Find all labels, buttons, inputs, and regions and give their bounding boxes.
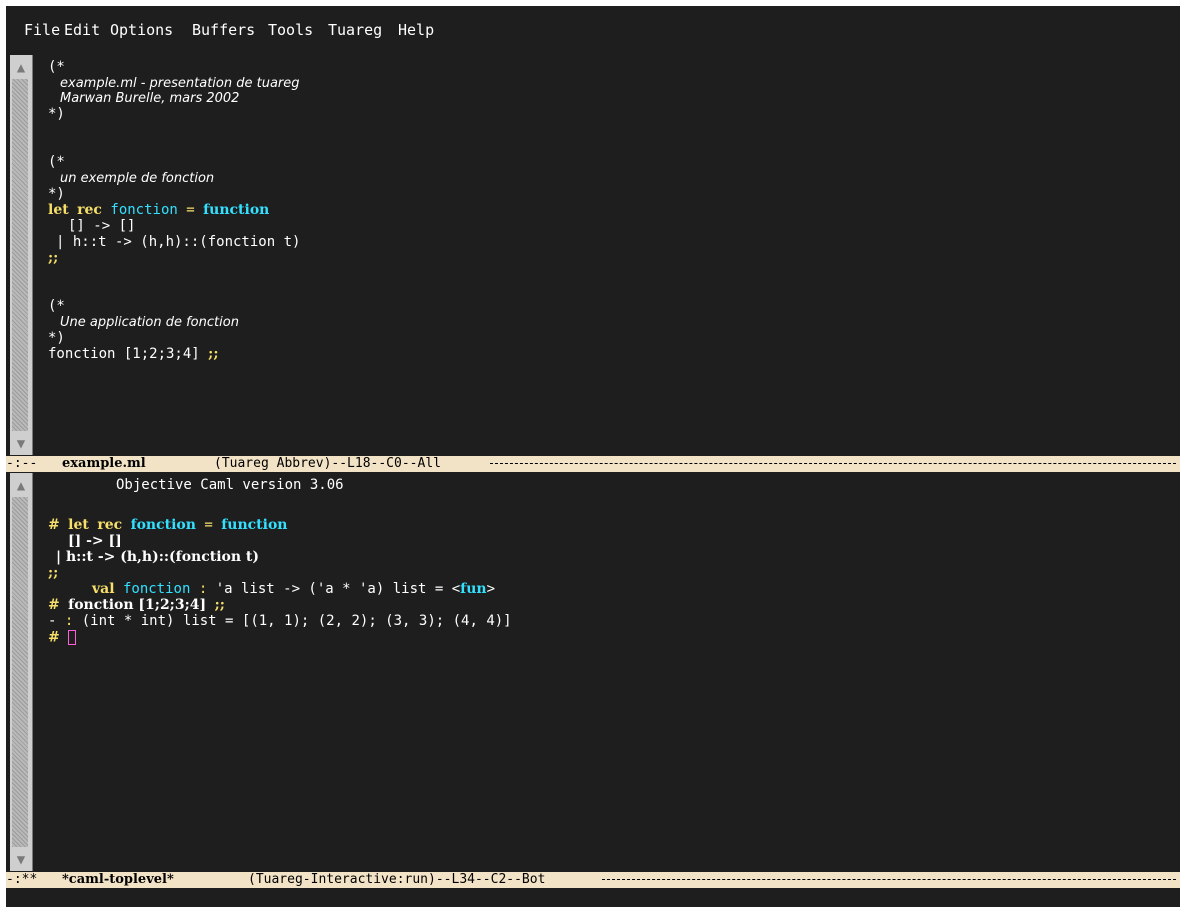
equals-sign: = — [204, 517, 213, 533]
type-signature: 'a list -> ('a * 'a) list = — [215, 581, 444, 597]
scroll-down-arrow-icon[interactable]: ▼ — [10, 433, 32, 455]
comment-close: *) — [48, 186, 65, 202]
mode-line-bottom[interactable]: -:** *caml-toplevel* (Tuareg-Interactive… — [6, 872, 1180, 888]
menu-file[interactable]: File — [24, 6, 60, 54]
toplevel-input-line: # let rec fonction = function — [48, 518, 287, 533]
terminator: ;; — [48, 250, 59, 266]
colon: : — [198, 581, 208, 597]
colon: : — [64, 613, 74, 629]
comment-line: Une application de fonction — [60, 315, 239, 330]
mode-line-buffer-name[interactable]: *caml-toplevel* — [62, 872, 174, 888]
scroll-down-arrow-icon[interactable]: ▼ — [10, 849, 32, 871]
mode-line-buffer-name[interactable]: example.ml — [62, 456, 146, 472]
keyword-let: let — [48, 202, 69, 218]
toplevel-input-line: # fonction [1;2;3;4] ;; — [48, 598, 225, 613]
mode-line-dashes — [602, 879, 1176, 880]
mode-line-mode[interactable]: (Tuareg-Interactive:run)--L34--C2--Bot — [248, 872, 545, 888]
fun-open: < — [451, 581, 461, 597]
keyword-function: function — [221, 517, 288, 533]
toplevel-input-text: | h::t -> (h,h)::(fonction t) — [56, 549, 260, 565]
code-line: let rec fonction = function — [48, 203, 269, 218]
comment-line: Marwan Burelle, mars 2002 — [60, 91, 240, 106]
prompt: # — [48, 597, 60, 613]
toplevel-output-line: - : (int * int) list = [(1, 1); (2, 2); … — [48, 614, 512, 629]
keyword-function: function — [203, 202, 270, 218]
toplevel-input-text: fonction [1;2;3;4] — [68, 597, 207, 613]
scrollbar-thumb[interactable] — [12, 79, 28, 431]
keyword-val: val — [92, 581, 115, 597]
menu-tools[interactable]: Tools — [268, 6, 313, 54]
keyword-rec: rec — [97, 517, 123, 533]
scrollbar-bottom[interactable]: ▲ ▼ — [10, 473, 33, 871]
code-text: [] -> [] — [68, 218, 136, 234]
comment-line: example.ml - presentation de tuareg — [60, 76, 300, 91]
keyword-let: let — [68, 517, 89, 533]
terminator: ;; — [208, 346, 219, 362]
code-text: | h::t -> (h,h)::(fonction t) — [56, 234, 301, 250]
comment-open: (* — [48, 154, 65, 170]
prompt: # — [48, 629, 60, 646]
comment-open: (* — [48, 298, 65, 314]
result-value: (int * int) list = [(1, 1); (2, 2); (3, … — [81, 613, 512, 629]
minibuffer[interactable] — [6, 890, 1180, 907]
mode-line-flags: -:-- — [6, 456, 38, 471]
toplevel-version: Objective Caml version 3.06 — [116, 477, 344, 493]
code-text: fonction [1;2;3;4] — [48, 346, 200, 362]
comment-close: *) — [48, 106, 65, 122]
comment-line: un exemple de fonction — [60, 171, 215, 186]
comment-open: (* — [48, 59, 65, 75]
menu-buffers[interactable]: Buffers — [192, 6, 255, 54]
fun-close: > — [486, 581, 495, 597]
keyword-rec: rec — [77, 202, 102, 218]
comment-close: *) — [48, 330, 65, 346]
mode-line-dashes — [490, 463, 1176, 464]
scroll-up-arrow-icon[interactable]: ▲ — [10, 57, 32, 79]
function-name: fonction — [130, 517, 196, 533]
scrollbar-top[interactable]: ▲ ▼ — [10, 55, 33, 455]
scroll-up-arrow-icon[interactable]: ▲ — [10, 475, 32, 497]
toplevel-output-line: val fonction : 'a list -> ('a * 'a) list… — [92, 582, 495, 597]
terminator: ;; — [214, 597, 225, 613]
editor-pane-example-ml[interactable]: (* example.ml - presentation de tuareg M… — [44, 56, 1164, 456]
menu-bar: File Edit Options Buffers Tools Tuareg H… — [6, 6, 1180, 54]
equals-sign: = — [186, 202, 195, 218]
toplevel-pane[interactable]: Objective Caml version 3.06 # let rec fo… — [44, 474, 1164, 870]
code-line: fonction [1;2;3;4] ;; — [48, 347, 219, 362]
text-cursor[interactable] — [68, 630, 77, 645]
prompt: # — [48, 517, 60, 533]
menu-edit[interactable]: Edit — [64, 6, 100, 54]
menu-options[interactable]: Options — [110, 6, 173, 54]
toplevel-input-text: [] -> [] — [68, 533, 122, 549]
scrollbar-thumb[interactable] — [12, 497, 28, 847]
emacs-frame: File Edit Options Buffers Tools Tuareg H… — [6, 6, 1180, 907]
result-dash: - — [48, 613, 57, 629]
terminator: ;; — [48, 565, 59, 581]
menu-tuareg[interactable]: Tuareg — [328, 6, 382, 54]
function-name: fonction — [122, 581, 191, 597]
mode-line-top[interactable]: -:-- example.ml (Tuareg Abbrev)--L18--C0… — [6, 456, 1180, 472]
mode-line-flags: -:** — [6, 872, 38, 887]
function-name: fonction — [110, 202, 178, 218]
keyword-fun: fun — [460, 581, 487, 597]
menu-help[interactable]: Help — [398, 6, 434, 54]
mode-line-mode[interactable]: (Tuareg Abbrev)--L18--C0--All — [214, 456, 441, 472]
toplevel-prompt-line[interactable]: # — [48, 629, 77, 646]
